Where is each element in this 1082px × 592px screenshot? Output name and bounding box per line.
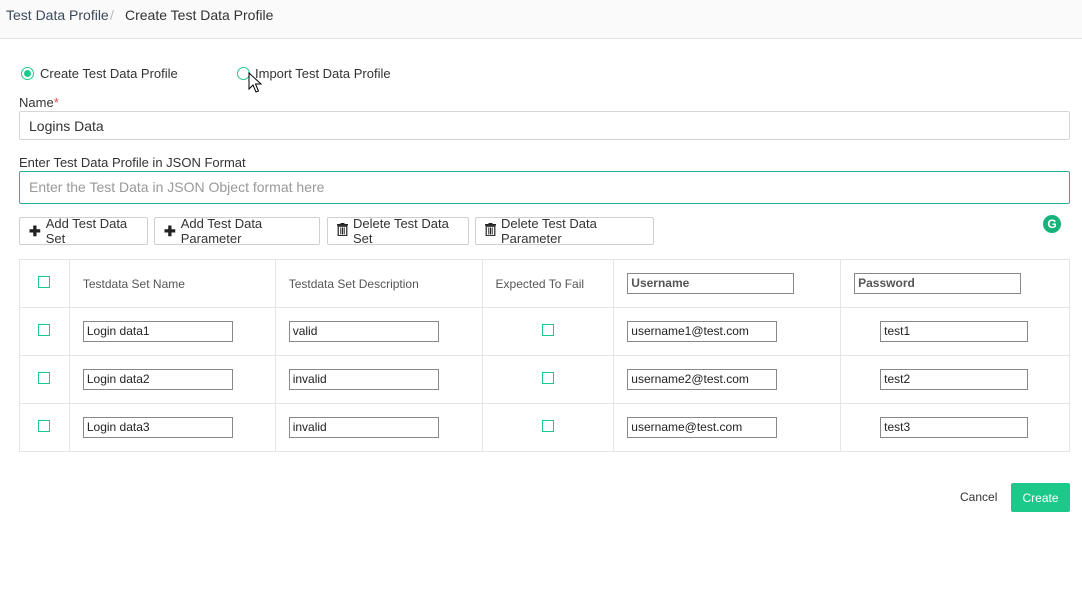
header-set-name: Testdata Set Name <box>68 259 276 308</box>
table-row: Login data3 invalid username@test.com te… <box>19 403 1070 452</box>
json-label: Enter Test Data Profile in JSON Format <box>19 155 246 170</box>
table-header-row: Testdata Set Name Testdata Set Descripti… <box>19 259 1070 308</box>
username-input[interactable]: username1@test.com <box>627 321 778 342</box>
username-input[interactable]: username@test.com <box>627 417 778 438</box>
username-cell: username1@test.com <box>613 307 842 356</box>
expected-to-fail-cell <box>481 403 615 452</box>
add-test-data-set-label: Add Test Data Set <box>45 216 128 246</box>
add-test-data-parameter-label: Add Test Data Parameter <box>180 216 263 246</box>
expected-to-fail-cell <box>481 307 615 356</box>
expected-to-fail-cell <box>481 355 615 404</box>
table-row: Login data2 invalid username2@test.com t… <box>19 355 1070 404</box>
param-password-header-input[interactable]: Password <box>854 273 1022 294</box>
required-asterisk: * <box>53 95 59 110</box>
row-select-checkbox[interactable] <box>38 420 51 432</box>
name-label: Name* <box>19 95 59 110</box>
name-input-value: Logins Data <box>29 117 104 134</box>
username-input[interactable]: username2@test.com <box>627 369 778 390</box>
expected-to-fail-checkbox[interactable] <box>541 372 554 384</box>
set-name-cell: Login data1 <box>68 307 276 356</box>
set-name-input[interactable]: Login data2 <box>82 369 233 390</box>
row-select-cell <box>19 355 70 404</box>
set-description-input[interactable]: valid <box>288 321 439 342</box>
breadcrumb-separator: / <box>110 7 114 23</box>
create-button[interactable]: Create <box>1011 483 1070 512</box>
cancel-button[interactable]: Cancel <box>960 490 997 504</box>
plus-icon: ✚ <box>29 222 41 239</box>
mouse-cursor-icon <box>248 72 262 93</box>
trash-icon <box>485 223 496 239</box>
password-cell: test2 <box>840 355 1070 404</box>
row-select-cell <box>19 307 70 356</box>
select-all-checkbox[interactable] <box>38 276 51 288</box>
radio-import-label: Import Test Data Profile <box>255 66 391 81</box>
set-description-cell: invalid <box>274 355 483 404</box>
radio-create-label: Create Test Data Profile <box>40 66 178 81</box>
name-input[interactable]: Logins Data <box>19 111 1070 140</box>
header-expected-to-fail: Expected To Fail <box>481 259 615 308</box>
expected-to-fail-checkbox[interactable] <box>541 324 554 336</box>
radio-create-button[interactable] <box>21 67 34 80</box>
json-textarea[interactable]: Enter the Test Data in JSON Object forma… <box>19 171 1070 204</box>
breadcrumb-parent-link[interactable]: Test Data Profile <box>6 7 109 23</box>
set-name-input[interactable]: Login data3 <box>82 417 233 438</box>
json-textarea-placeholder: Enter the Test Data in JSON Object forma… <box>29 179 325 195</box>
password-input[interactable]: test3 <box>880 417 1029 438</box>
header-param-password-cell: Password <box>840 259 1070 308</box>
trash-icon <box>337 223 348 239</box>
radio-create-option[interactable]: Create Test Data Profile <box>21 66 178 81</box>
row-select-checkbox[interactable] <box>38 372 51 384</box>
add-test-data-set-button[interactable]: ✚ Add Test Data Set <box>19 216 148 246</box>
breadcrumb-current: Create Test Data Profile <box>125 7 274 23</box>
breadcrumb-bar: Test Data Profile / Create Test Data Pro… <box>0 0 1082 39</box>
plus-icon: ✚ <box>164 222 176 239</box>
username-cell: username2@test.com <box>613 355 842 404</box>
name-label-text: Name <box>19 95 54 110</box>
delete-test-data-parameter-button[interactable]: Delete Test Data Parameter <box>475 216 654 246</box>
set-description-input[interactable]: invalid <box>288 417 439 438</box>
username-cell: username@test.com <box>613 403 842 452</box>
header-select-all-cell <box>19 259 70 308</box>
set-name-cell: Login data2 <box>68 355 276 404</box>
password-cell: test3 <box>840 403 1070 452</box>
test-data-table: Testdata Set Name Testdata Set Descripti… <box>19 259 1070 452</box>
set-description-input[interactable]: invalid <box>288 369 439 390</box>
delete-test-data-set-button[interactable]: Delete Test Data Set <box>327 216 469 246</box>
set-name-input[interactable]: Login data1 <box>82 321 233 342</box>
param-username-header-input[interactable]: Username <box>627 273 795 294</box>
row-select-checkbox[interactable] <box>38 324 51 336</box>
add-test-data-parameter-button[interactable]: ✚ Add Test Data Parameter <box>154 216 320 246</box>
set-description-cell: valid <box>274 307 483 356</box>
table-row: Login data1 valid username1@test.com tes… <box>19 307 1070 356</box>
delete-test-data-parameter-label: Delete Test Data Parameter <box>501 216 597 246</box>
header-param-username-cell: Username <box>613 259 842 308</box>
password-input[interactable]: test1 <box>880 321 1029 342</box>
set-description-cell: invalid <box>274 403 483 452</box>
set-name-cell: Login data3 <box>68 403 276 452</box>
password-input[interactable]: test2 <box>880 369 1029 390</box>
expected-to-fail-checkbox[interactable] <box>541 420 554 432</box>
header-set-description: Testdata Set Description <box>274 259 483 308</box>
password-cell: test1 <box>840 307 1070 356</box>
row-select-cell <box>19 403 70 452</box>
grammarly-icon[interactable]: G <box>1043 215 1061 233</box>
delete-test-data-set-label: Delete Test Data Set <box>353 216 449 246</box>
